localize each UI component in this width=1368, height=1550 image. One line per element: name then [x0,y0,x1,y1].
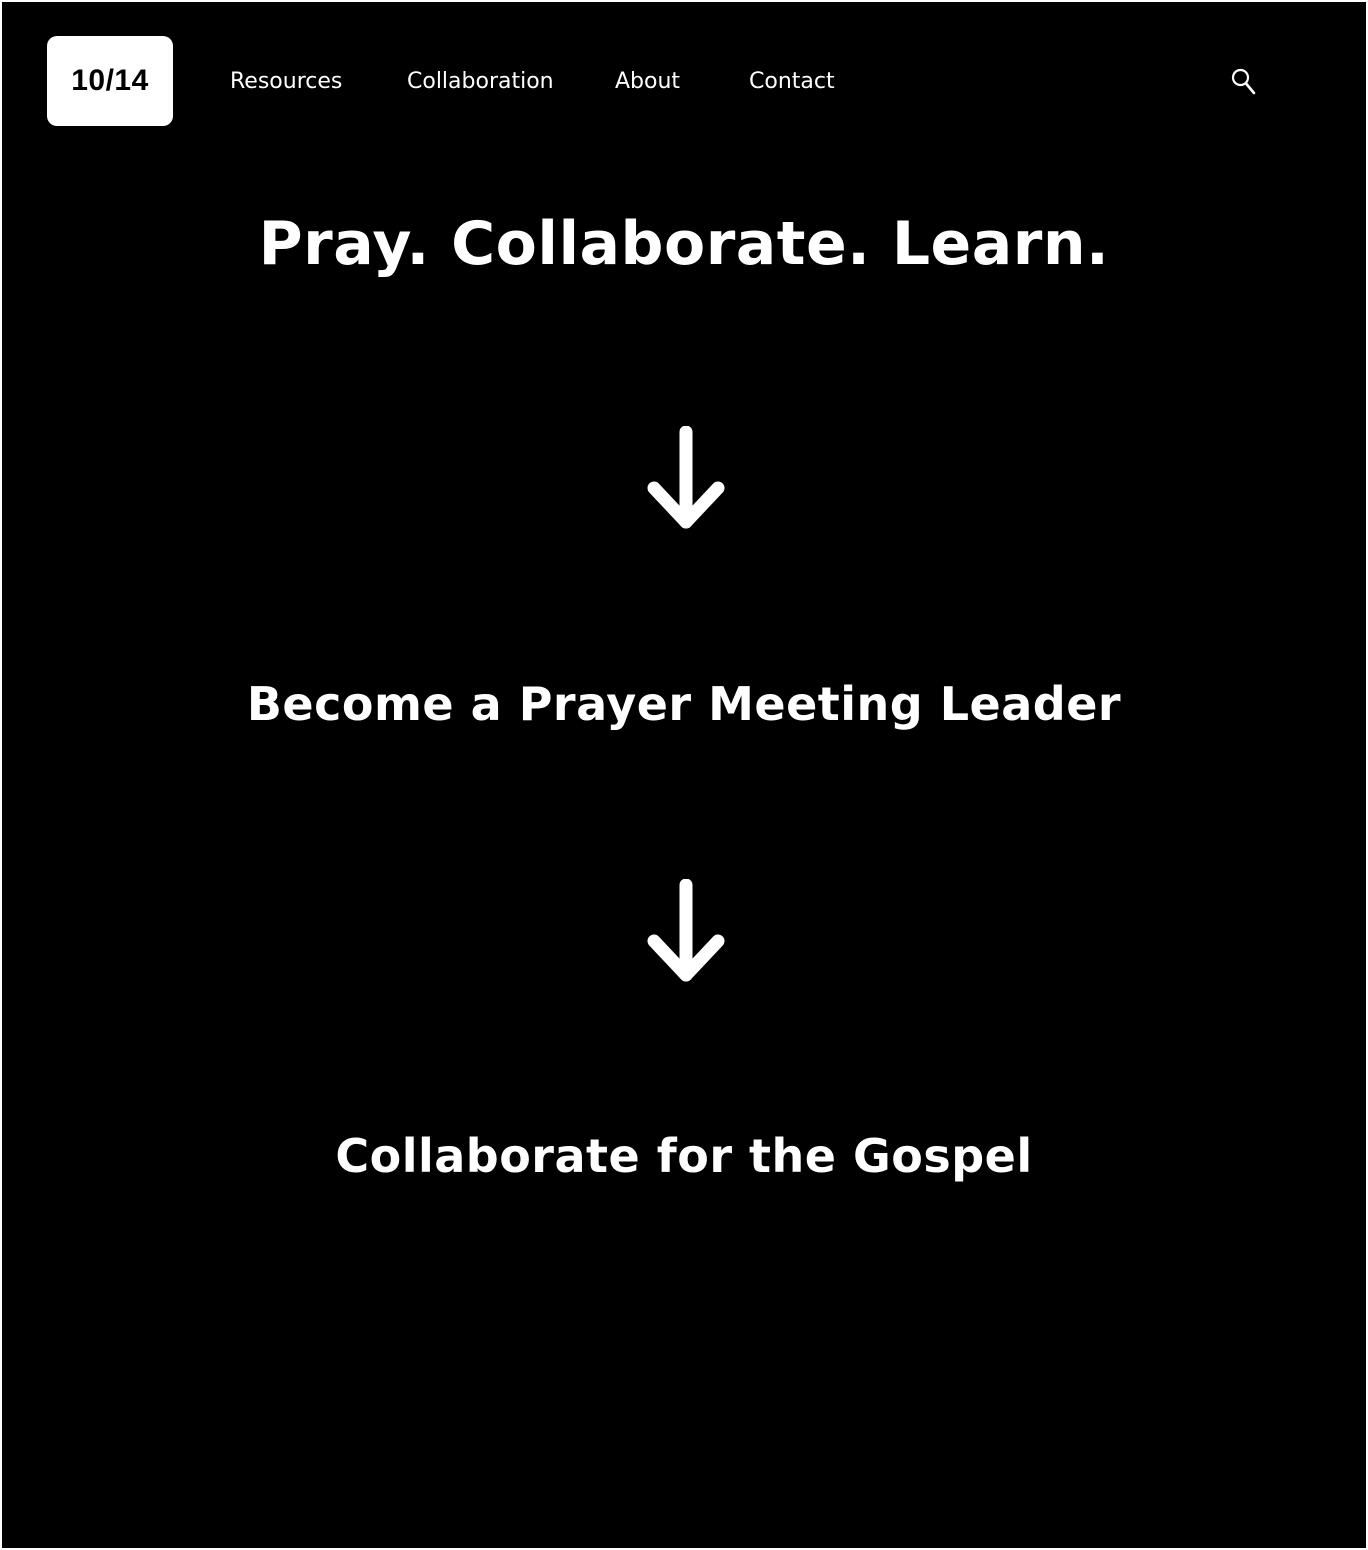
nav-link-collaboration[interactable]: Collaboration [407,64,554,100]
search-button[interactable] [1228,66,1260,98]
nav-link-about[interactable]: About [615,64,680,100]
arrow-down-icon [647,879,725,982]
arrow-down-icon [647,426,725,529]
become-prayer-leader-link[interactable]: Become a Prayer Meeting Leader [2,674,1366,734]
main-nav: Resources Collaboration About Contact [2,64,1366,100]
collaborate-gospel-link[interactable]: Collaborate for the Gospel [2,1126,1366,1186]
search-icon [1231,68,1256,95]
page: 10/14 Resources Collaboration About Cont… [0,0,1368,1550]
hero-title: Pray. Collaborate. Learn. [258,209,1110,279]
nav-link-contact[interactable]: Contact [749,64,835,100]
nav-link-resources[interactable]: Resources [230,64,342,100]
